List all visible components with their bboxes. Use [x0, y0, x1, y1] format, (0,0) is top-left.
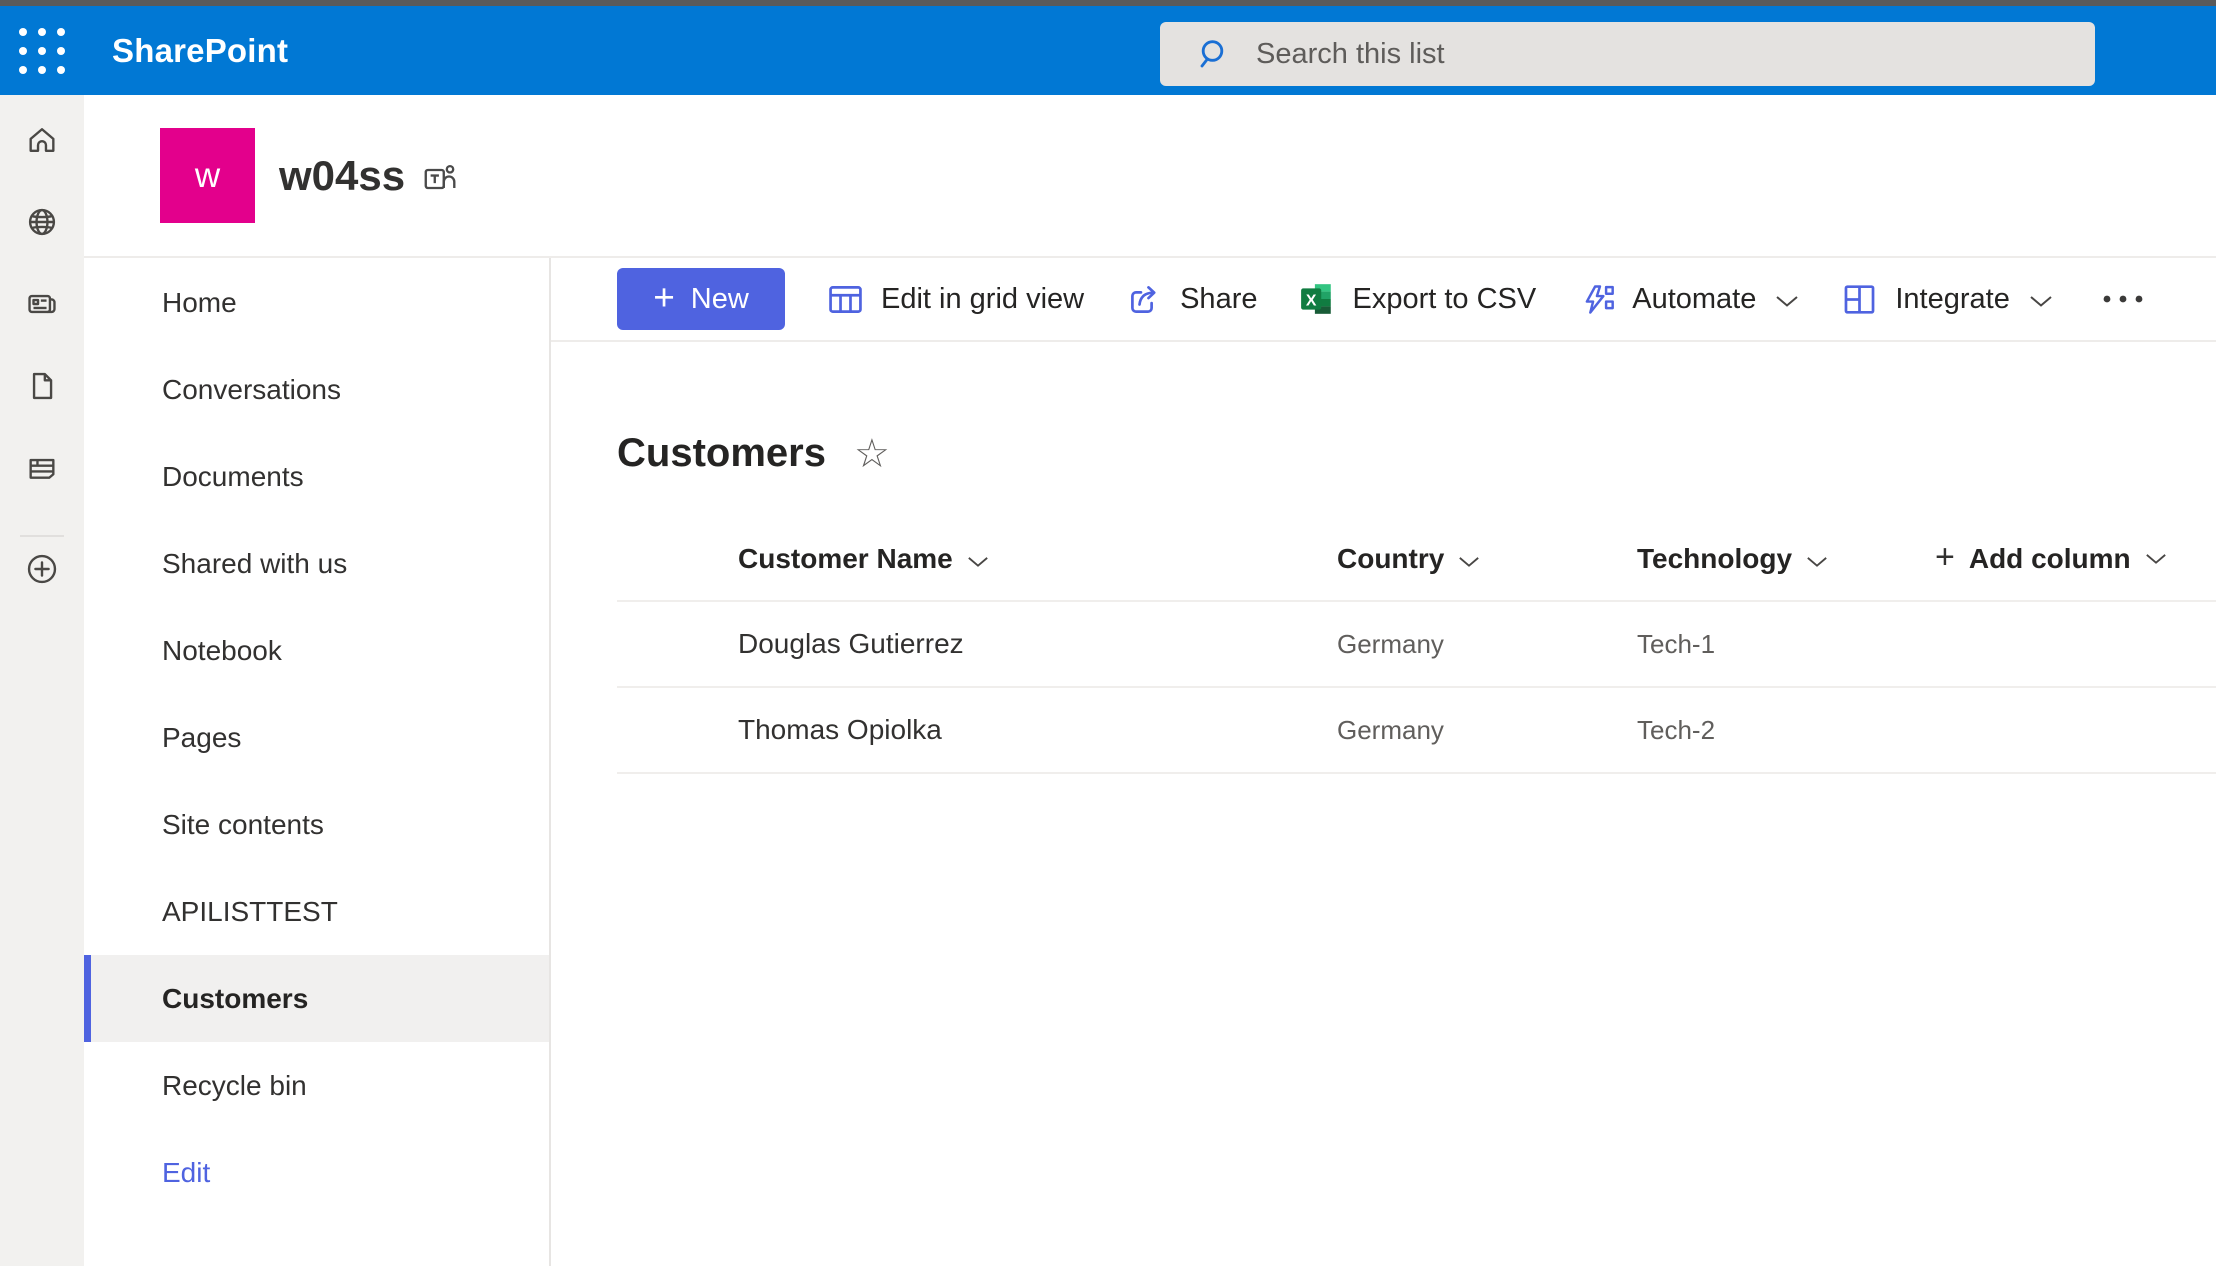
automate-label: Automate [1632, 283, 1756, 316]
plus-icon: + [1935, 540, 1955, 574]
waffle-icon [19, 28, 65, 74]
nav-item-pages[interactable]: Pages [84, 694, 549, 781]
more-commands-button[interactable] [2101, 293, 2145, 305]
document-icon [25, 369, 59, 403]
share-icon [1126, 282, 1163, 317]
integrate-icon [1841, 282, 1878, 317]
rail-create-button[interactable] [24, 551, 60, 633]
search-input[interactable] [1254, 37, 2034, 72]
table-row[interactable]: Thomas Opiolka Germany Tech-2 [617, 688, 2216, 774]
automate-icon [1578, 282, 1615, 317]
automate-menu-button[interactable]: Automate [1578, 282, 1799, 317]
svg-text:X: X [1306, 292, 1317, 309]
suite-bar: SharePoint [0, 6, 2216, 95]
column-header-customer-name[interactable]: Customer Name [617, 543, 1337, 575]
share-label: Share [1180, 283, 1257, 316]
app-launcher-button[interactable] [0, 6, 84, 95]
rail-home-button[interactable] [25, 123, 59, 205]
share-button[interactable]: Share [1126, 282, 1257, 317]
list-table: Customer Name Country [617, 518, 2216, 774]
chevron-down-icon [1806, 556, 1828, 568]
rail-lists-button[interactable] [25, 451, 59, 533]
chevron-down-icon [967, 556, 989, 568]
add-column-button[interactable]: + Add column [1935, 543, 2216, 575]
home-icon [25, 123, 59, 157]
list-icon [25, 451, 59, 485]
nav-item-conversations[interactable]: Conversations [84, 346, 549, 433]
nav-item-notebook[interactable]: Notebook [84, 607, 549, 694]
edit-grid-view-button[interactable]: Edit in grid view [827, 282, 1084, 317]
nav-item-shared-with-us[interactable]: Shared with us [84, 520, 549, 607]
site-title[interactable]: w04ss [279, 152, 405, 200]
globe-icon [25, 205, 59, 239]
nav-edit-link[interactable]: Edit [84, 1129, 549, 1216]
nav-item-customers[interactable]: Customers [84, 955, 549, 1042]
grid-icon [827, 282, 864, 317]
add-circle-icon [24, 551, 60, 587]
export-csv-button[interactable]: X Export to CSV [1299, 282, 1536, 316]
nav-item-site-contents[interactable]: Site contents [84, 781, 549, 868]
command-bar: + New Edit in grid view [551, 258, 2216, 342]
new-button[interactable]: + New [617, 268, 785, 330]
nav-item-apilisttest[interactable]: APILISTTEST [84, 868, 549, 955]
cell-technology: Tech-2 [1637, 715, 1935, 746]
rail-sites-button[interactable] [25, 205, 59, 287]
favorite-star-icon[interactable]: ☆ [854, 434, 890, 474]
list-view: Customers ☆ Customer Name [551, 342, 2216, 1266]
integrate-menu-button[interactable]: Integrate [1841, 282, 2052, 317]
column-header-country[interactable]: Country [1337, 543, 1637, 575]
cell-customer-name: Thomas Opiolka [617, 714, 1337, 746]
teams-icon [423, 163, 459, 195]
plus-icon: + [653, 279, 675, 316]
app-rail [0, 95, 84, 1266]
cell-customer-name: Douglas Gutierrez [617, 628, 1337, 660]
chevron-down-icon [2145, 553, 2167, 565]
suite-app-name[interactable]: SharePoint [112, 32, 288, 70]
cell-country: Germany [1337, 629, 1637, 660]
site-header: w w04ss [84, 95, 2216, 256]
site-nav: Home Conversations Documents Shared with… [84, 258, 551, 1266]
search-icon [1196, 36, 1232, 72]
news-icon [25, 287, 59, 321]
search-box[interactable] [1160, 22, 2095, 86]
new-button-label: New [691, 283, 749, 316]
edit-grid-view-label: Edit in grid view [881, 283, 1084, 316]
list-title: Customers [617, 430, 826, 476]
column-header-technology[interactable]: Technology [1637, 543, 1935, 575]
site-logo[interactable]: w [160, 128, 255, 223]
export-csv-label: Export to CSV [1352, 283, 1536, 316]
nav-item-home[interactable]: Home [84, 259, 549, 346]
excel-icon: X [1299, 282, 1335, 316]
chevron-down-icon [2029, 295, 2053, 308]
cell-technology: Tech-1 [1637, 629, 1935, 660]
chevron-down-icon [1775, 295, 1799, 308]
ellipsis-icon [2101, 293, 2145, 305]
rail-pages-button[interactable] [25, 369, 59, 451]
nav-item-documents[interactable]: Documents [84, 433, 549, 520]
rail-news-button[interactable] [25, 287, 59, 369]
table-row[interactable]: Douglas Gutierrez Germany Tech-1 [617, 602, 2216, 688]
integrate-label: Integrate [1895, 283, 2009, 316]
rail-divider [20, 535, 64, 537]
chevron-down-icon [1458, 556, 1480, 568]
cell-country: Germany [1337, 715, 1637, 746]
table-header-row: Customer Name Country [617, 518, 2216, 602]
nav-item-recycle-bin[interactable]: Recycle bin [84, 1042, 549, 1129]
